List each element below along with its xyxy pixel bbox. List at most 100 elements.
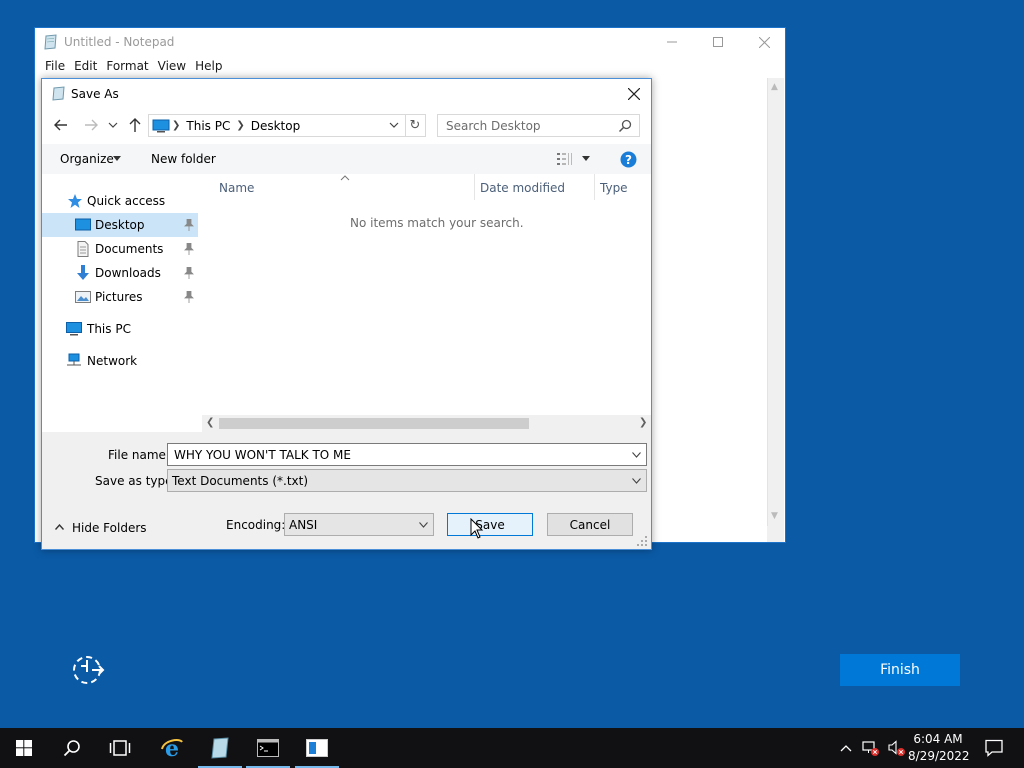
- forward-arrow-icon[interactable]: [82, 116, 100, 134]
- back-arrow-icon[interactable]: [52, 116, 70, 134]
- cancel-button[interactable]: Cancel: [547, 513, 633, 536]
- recent-locations-chevron-icon[interactable]: [108, 119, 118, 131]
- refresh-button[interactable]: ↻: [405, 114, 426, 137]
- chevron-up-icon[interactable]: [55, 524, 64, 530]
- horizontal-scrollbar[interactable]: ❮ ❯: [202, 415, 651, 432]
- menu-help[interactable]: Help: [191, 56, 227, 78]
- menu-file[interactable]: File: [41, 56, 70, 78]
- column-divider[interactable]: [594, 174, 595, 200]
- breadcrumb-separator-icon: ❯: [172, 120, 181, 131]
- caret-down-icon[interactable]: [582, 156, 590, 161]
- column-divider[interactable]: [474, 174, 475, 200]
- refresh-icon: ↻: [409, 118, 421, 133]
- chevron-up-icon: [840, 745, 852, 752]
- svg-text:?: ?: [625, 153, 632, 167]
- nav-pictures-label: Pictures: [95, 290, 143, 304]
- address-bar[interactable]: ❯ This PC ❯ Desktop: [148, 114, 406, 137]
- dialog-close-button[interactable]: [622, 83, 646, 105]
- file-list[interactable]: Name Date modified Type No items match y…: [202, 174, 651, 432]
- close-button[interactable]: [741, 28, 787, 56]
- breadcrumb-separator-icon: ❯: [236, 120, 245, 131]
- column-header-date-modified[interactable]: Date modified: [480, 181, 565, 195]
- taskbar-command-prompt[interactable]: [244, 728, 292, 768]
- column-header-name[interactable]: Name: [219, 181, 254, 195]
- nav-quick-access-label: Quick access: [87, 194, 166, 208]
- up-arrow-icon[interactable]: [126, 116, 144, 134]
- column-header-type[interactable]: Type: [600, 181, 628, 195]
- menu-format[interactable]: Format: [102, 56, 153, 78]
- chevron-down-icon[interactable]: [632, 452, 641, 458]
- taskbar-notepad[interactable]: [196, 728, 244, 768]
- nav-network-label: Network: [87, 354, 138, 368]
- notepad-app-icon: [52, 86, 65, 101]
- taskbar-search-button[interactable]: [48, 728, 96, 768]
- scroll-right-icon[interactable]: ❯: [639, 417, 647, 428]
- nav-quick-access[interactable]: Quick access: [42, 189, 198, 213]
- clock-date[interactable]: 8/29/2022: [908, 749, 970, 763]
- action-center-button[interactable]: [970, 728, 1018, 768]
- file-name-field[interactable]: WHY YOU WON'T TALK TO ME: [167, 443, 647, 466]
- close-icon: [758, 36, 770, 48]
- dialog-titlebar[interactable]: Save As: [42, 79, 651, 109]
- network-status-button[interactable]: [858, 728, 884, 768]
- taskbar-setup-window[interactable]: [293, 728, 341, 768]
- show-hidden-icons-button[interactable]: [834, 728, 858, 768]
- clock-time[interactable]: 6:04 AM: [912, 732, 964, 746]
- taskbar: e 6:04 AM 8/29/2022: [0, 728, 1024, 768]
- internet-explorer-icon: e: [161, 736, 183, 760]
- ease-of-access-icon[interactable]: [70, 654, 106, 686]
- notepad-size-grip[interactable]: [767, 526, 784, 542]
- scroll-left-icon[interactable]: ❮: [206, 417, 214, 428]
- notepad-text-area[interactable]: [657, 78, 769, 542]
- view-options-icon[interactable]: [557, 153, 574, 165]
- maximize-button[interactable]: [695, 28, 741, 56]
- search-icon[interactable]: [618, 119, 632, 133]
- breadcrumb-this-pc[interactable]: This PC: [182, 119, 234, 133]
- finish-button[interactable]: Finish: [840, 654, 960, 686]
- setup-window-icon: [306, 739, 328, 757]
- maximize-icon: [713, 37, 723, 47]
- menu-edit[interactable]: Edit: [70, 56, 102, 78]
- network-icon: [67, 353, 81, 366]
- command-prompt-icon: [257, 739, 279, 757]
- taskbar-internet-explorer[interactable]: e: [148, 728, 196, 768]
- notepad-app-icon: [44, 34, 57, 50]
- size-grip-icon[interactable]: [636, 535, 648, 547]
- volume-button[interactable]: [884, 728, 910, 768]
- network-disconnected-icon: [862, 741, 879, 756]
- nav-downloads[interactable]: Downloads: [42, 261, 198, 285]
- new-folder-button[interactable]: New folder: [151, 152, 216, 166]
- pin-icon: [184, 267, 194, 279]
- nav-documents[interactable]: Documents: [42, 237, 198, 261]
- hide-folders-button[interactable]: Hide Folders: [72, 521, 147, 535]
- notepad-vertical-scrollbar[interactable]: ▲ ▼: [767, 78, 784, 542]
- address-dropdown-icon[interactable]: [389, 121, 399, 129]
- nav-desktop[interactable]: Desktop: [42, 213, 198, 237]
- save-button[interactable]: Save: [447, 513, 533, 536]
- nav-this-pc[interactable]: This PC: [42, 317, 198, 341]
- save-as-type-value: Text Documents (*.txt): [172, 474, 309, 488]
- sort-ascending-icon: [340, 175, 350, 181]
- task-view-button[interactable]: [96, 728, 144, 768]
- breadcrumb-desktop[interactable]: Desktop: [247, 119, 305, 133]
- caret-down-icon: [113, 156, 121, 161]
- save-as-type-select[interactable]: Text Documents (*.txt): [167, 469, 647, 492]
- minimize-button[interactable]: [649, 28, 695, 56]
- nav-network[interactable]: Network: [42, 349, 198, 373]
- scrollbar-thumb[interactable]: [219, 418, 529, 429]
- star-icon: [68, 194, 82, 208]
- chevron-down-icon: [419, 522, 428, 528]
- nav-pictures[interactable]: Pictures: [42, 285, 198, 309]
- organize-button[interactable]: Organize: [60, 152, 114, 166]
- start-button[interactable]: [0, 728, 48, 768]
- notepad-titlebar[interactable]: Untitled - Notepad: [35, 28, 785, 56]
- menu-view[interactable]: View: [154, 56, 191, 78]
- pin-icon: [184, 219, 194, 231]
- nav-documents-label: Documents: [95, 242, 164, 256]
- pin-icon: [184, 243, 194, 255]
- search-box[interactable]: Search Desktop: [437, 114, 640, 137]
- help-icon[interactable]: ?: [620, 151, 637, 168]
- scroll-down-icon[interactable]: ▼: [771, 511, 778, 521]
- encoding-select[interactable]: ANSI: [284, 513, 434, 536]
- scroll-up-icon[interactable]: ▲: [771, 82, 778, 92]
